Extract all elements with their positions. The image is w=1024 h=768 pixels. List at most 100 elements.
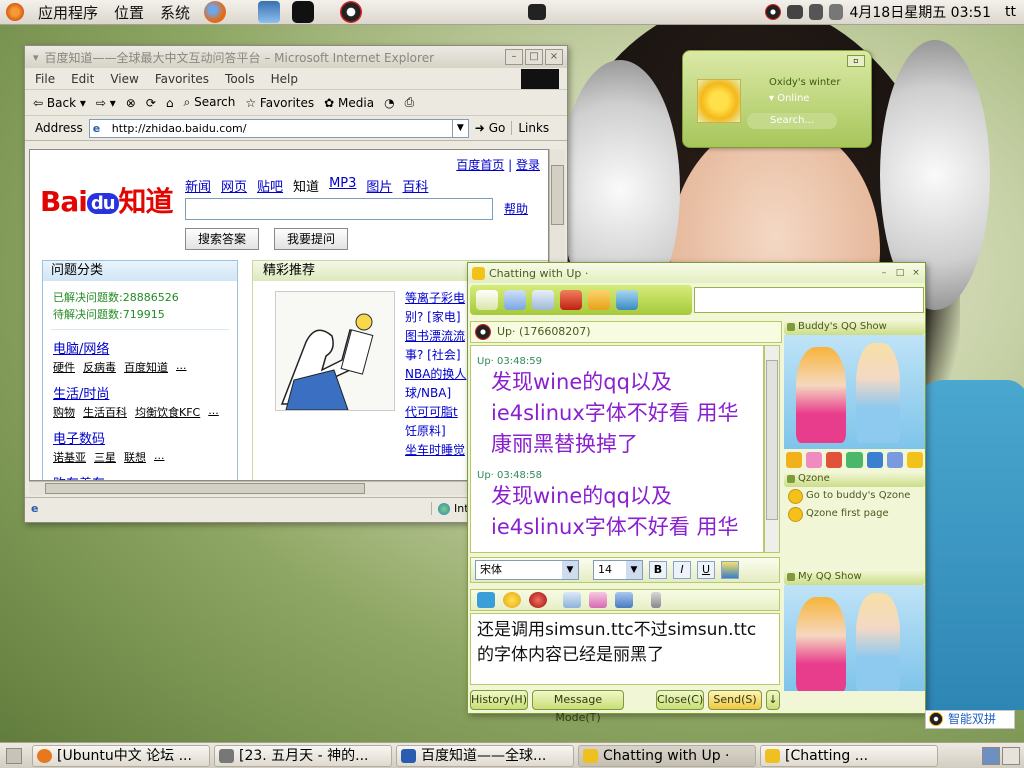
- minimize-button[interactable]: –: [505, 49, 523, 65]
- search-button[interactable]: ⌕ Search: [184, 95, 236, 110]
- menu-favorites[interactable]: Favorites: [155, 72, 209, 86]
- category-item[interactable]: ...: [176, 359, 187, 375]
- refresh-icon[interactable]: ⟳: [146, 96, 156, 110]
- clock[interactable]: 4月18日星期五 03:51: [849, 2, 991, 22]
- menu-view[interactable]: View: [110, 72, 138, 86]
- menu-edit[interactable]: Edit: [71, 72, 94, 86]
- recommend-link[interactable]: 别? [家电]: [405, 308, 466, 327]
- underline-button[interactable]: U: [697, 561, 715, 579]
- qzone-header[interactable]: Qzone: [784, 471, 925, 487]
- nav-zhidao[interactable]: 知道: [293, 176, 319, 195]
- firefox-launcher-icon[interactable]: [204, 1, 227, 23]
- category-item[interactable]: 反病毒: [83, 359, 116, 375]
- video-icon[interactable]: [532, 290, 554, 310]
- nav-mp3[interactable]: MP3: [329, 176, 356, 195]
- category-item[interactable]: 购物: [53, 404, 75, 420]
- voice-icon[interactable]: [651, 592, 661, 608]
- workspace-2[interactable]: [1002, 746, 1020, 765]
- menu-tools[interactable]: Tools: [225, 72, 255, 86]
- nav-news[interactable]: 新闻: [185, 176, 211, 195]
- font-select[interactable]: 宋体 ▼: [475, 560, 579, 580]
- recommend-link[interactable]: 代可可脂t: [405, 403, 466, 422]
- network-tray-icon[interactable]: [787, 5, 804, 19]
- magic-icon[interactable]: [529, 592, 547, 608]
- category-title[interactable]: 电脑/网络: [43, 338, 237, 357]
- scroll-thumb[interactable]: [766, 360, 778, 520]
- history-button[interactable]: History(H): [470, 690, 528, 710]
- qq-avatar[interactable]: [697, 79, 741, 123]
- send-options-icon[interactable]: ↓: [766, 690, 780, 710]
- category-item[interactable]: 三星: [94, 449, 116, 465]
- window-menu-icon[interactable]: ▾: [33, 51, 39, 64]
- search-answer-button[interactable]: 搜索答案: [185, 228, 260, 250]
- bold-button[interactable]: B: [649, 561, 667, 579]
- monitor-launcher-icon[interactable]: [258, 1, 281, 23]
- show-icon-3[interactable]: [826, 452, 843, 468]
- task-button-chat[interactable]: Chatting with Up ·: [578, 744, 756, 767]
- ubuntu-logo-icon[interactable]: [6, 3, 24, 21]
- recommend-illustration[interactable]: [275, 291, 395, 411]
- menu-system[interactable]: 系统: [160, 2, 190, 23]
- category-title[interactable]: 购车养车: [43, 473, 237, 480]
- task-button-music[interactable]: [23. 五月天 - 神的...: [214, 744, 392, 767]
- links-button[interactable]: Links: [511, 121, 549, 135]
- category-item[interactable]: 硬件: [53, 359, 75, 375]
- category-item[interactable]: 均衡饮食KFC: [135, 404, 200, 420]
- category-item[interactable]: 百度知道: [124, 359, 168, 375]
- smiley-icon[interactable]: [503, 592, 521, 608]
- message-mode-button[interactable]: Message Mode(T): [532, 690, 624, 724]
- puzzle-icon[interactable]: [615, 592, 633, 608]
- close-button[interactable]: ×: [545, 49, 563, 65]
- recommend-link[interactable]: 坐车时睡觉: [405, 441, 466, 460]
- message-compose-input[interactable]: 还是调用simsun.ttc不过simsun.ttc的字体内容已经是丽黑了: [470, 613, 780, 685]
- chat-minimize-button[interactable]: –: [877, 267, 891, 279]
- category-item[interactable]: 生活百科: [83, 404, 127, 420]
- screenshot-icon[interactable]: [589, 592, 607, 608]
- task-button-chat-2[interactable]: [Chatting ...: [760, 744, 938, 767]
- color-button[interactable]: [721, 561, 739, 579]
- stop-icon[interactable]: ⊗: [126, 96, 136, 110]
- go-button[interactable]: ➜ Go: [475, 121, 506, 135]
- media-button[interactable]: ✿ Media: [324, 96, 374, 110]
- go-to-qzone-link[interactable]: Go to buddy's Qzone: [784, 487, 925, 505]
- recommend-link[interactable]: NBA的换人: [405, 365, 466, 384]
- address-input[interactable]: e http://zhidao.baidu.com/ ▼: [88, 118, 469, 138]
- notes-icon[interactable]: [504, 290, 526, 310]
- show-desktop-icon[interactable]: [6, 747, 22, 764]
- task-button-ubuntu-forum[interactable]: [Ubuntu中文 论坛 ...: [32, 744, 210, 767]
- user-switcher[interactable]: tt: [1005, 4, 1016, 20]
- ask-question-button[interactable]: 我要提问: [274, 228, 349, 250]
- show-icon-6[interactable]: [886, 452, 903, 468]
- home-icon[interactable]: ⌂: [166, 96, 174, 110]
- recommend-link[interactable]: 球/NBA]: [405, 384, 466, 403]
- menu-file[interactable]: File: [35, 72, 55, 86]
- message-scrollbar[interactable]: [764, 345, 780, 553]
- qq-status[interactable]: ▾ Online: [769, 93, 809, 104]
- nav-images[interactable]: 图片: [366, 176, 392, 195]
- volume-tray-icon[interactable]: [809, 4, 824, 20]
- print-icon[interactable]: ⎙: [405, 95, 415, 110]
- show-icon-4[interactable]: [846, 452, 863, 468]
- task-button-baidu[interactable]: 百度知道——全球...: [396, 744, 574, 767]
- recommend-link[interactable]: 等离子彩电: [405, 289, 466, 308]
- scroll-thumb[interactable]: [551, 165, 564, 225]
- amarok-launcher-icon[interactable]: [292, 1, 315, 23]
- back-button[interactable]: ⇦ Back ▾: [33, 96, 86, 110]
- category-item[interactable]: 联想: [124, 449, 146, 465]
- category-item[interactable]: ...: [154, 449, 165, 465]
- help-link[interactable]: 帮助: [504, 200, 528, 217]
- show-icon-7[interactable]: [906, 452, 923, 468]
- buddy-qq-show-image[interactable]: [784, 335, 925, 449]
- qq-tray-icon[interactable]: [765, 4, 782, 20]
- recommend-link[interactable]: 图书漂流流: [405, 327, 466, 346]
- qq-mini-panel[interactable]: ▫ Oxidy's winter ▾ Online Search...: [682, 50, 872, 148]
- login-link[interactable]: 登录: [516, 158, 540, 172]
- close-chat-button[interactable]: Close(C): [656, 690, 704, 710]
- ie-titlebar[interactable]: ▾ 百度知道——全球最大中文互动问答平台 – Microsoft Interne…: [25, 46, 567, 68]
- font-toggle-icon[interactable]: [477, 592, 495, 608]
- show-icon-5[interactable]: [866, 452, 883, 468]
- baidu-search-input[interactable]: [185, 198, 493, 220]
- qzone-first-page-link[interactable]: Qzone first page: [784, 505, 925, 523]
- workspace-1[interactable]: [982, 746, 1000, 765]
- italic-button[interactable]: I: [673, 561, 691, 579]
